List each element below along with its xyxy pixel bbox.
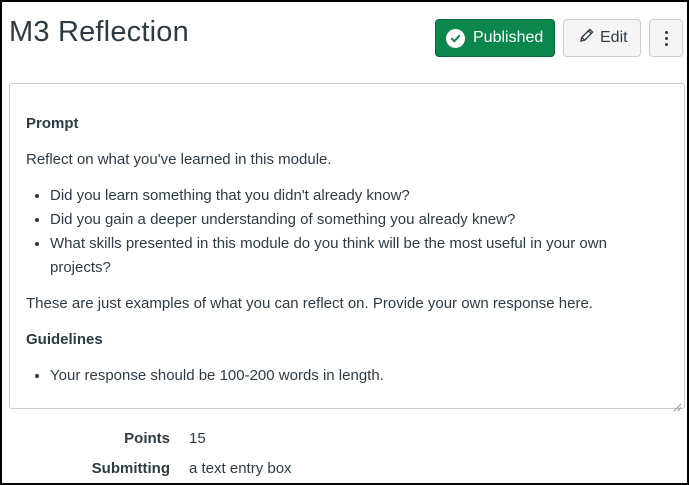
points-row: Points 15 xyxy=(2,430,687,454)
check-circle-icon xyxy=(446,28,465,48)
reflection-questions-list: Did you learn something that you didn't … xyxy=(50,184,668,280)
guidelines-list: Your response should be 100-200 words in… xyxy=(50,364,668,388)
pencil-icon xyxy=(578,27,595,49)
submitting-label: Submitting xyxy=(91,460,170,477)
published-label: Published xyxy=(473,29,544,46)
list-item: Your response should be 100-200 words in… xyxy=(50,364,668,388)
page-title: M3 Reflection xyxy=(9,16,189,48)
edit-button[interactable]: Edit xyxy=(563,19,641,57)
published-button[interactable]: Published xyxy=(435,19,555,57)
kebab-menu-icon xyxy=(664,30,668,34)
assignment-page: M3 Reflection Published Edit Prompt Refl… xyxy=(0,0,689,485)
prompt-intro: Reflect on what you've learned in this m… xyxy=(26,151,332,168)
points-label: Points xyxy=(124,430,170,447)
points-value: 15 xyxy=(189,430,206,447)
list-item: Did you gain a deeper understanding of s… xyxy=(50,208,668,232)
submitting-row: Submitting a text entry box xyxy=(2,460,687,483)
prompt-heading: Prompt xyxy=(26,115,79,132)
assignment-description: Prompt Reflect on what you've learned in… xyxy=(9,83,685,412)
prompt-closing: These are just examples of what you can … xyxy=(26,295,593,312)
guidelines-heading: Guidelines xyxy=(26,331,103,348)
submitting-value: a text entry box xyxy=(189,460,292,477)
list-item: Did you learn something that you didn't … xyxy=(50,184,668,208)
edit-label: Edit xyxy=(600,29,628,46)
resize-handle-icon[interactable] xyxy=(672,396,682,412)
list-item: What skills presented in this module do … xyxy=(50,232,668,280)
more-options-button[interactable] xyxy=(649,19,683,57)
